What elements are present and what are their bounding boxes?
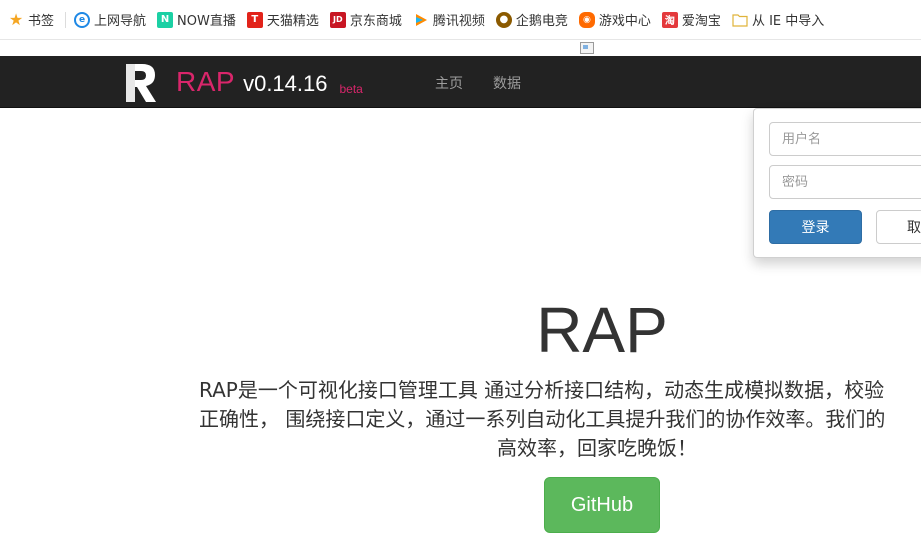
bookmark-aitaobao[interactable]: 淘 爱淘宝 (661, 10, 721, 29)
bookmark-shuqian[interactable]: ★ 书签 (8, 10, 54, 29)
gamepad-icon: ◉ (578, 11, 595, 28)
ie-icon: e (74, 11, 91, 28)
bookmark-label: 京东商城 (349, 14, 402, 29)
bookmark-game-center[interactable]: ◉ 游戏中心 (578, 10, 651, 29)
cancel-button[interactable]: 取 (876, 210, 921, 244)
bookmark-label: 腾讯视频 (432, 14, 485, 29)
github-button[interactable]: GitHub (544, 477, 660, 533)
nav-data-link[interactable]: 数据 (493, 73, 521, 93)
password-input[interactable] (769, 165, 921, 199)
jd-icon: JD (329, 11, 346, 28)
penguin-esports-icon: ● (495, 11, 512, 28)
hero-line: RAP是一个可视化接口管理工具 通过分析接口结构，动态生成模拟数据，校验 (199, 378, 885, 402)
brand-name: RAP (176, 66, 236, 97)
bookmarks-bar: ★ 书签 e 上网导航 N NOW直播 T 天猫精选 JD 京东商城 腾讯视频 … (0, 0, 921, 40)
bookmark-label: 天猫精选 (266, 14, 319, 29)
bookmark-label: 书签 (28, 14, 55, 29)
taobao-icon: 淘 (661, 11, 678, 28)
bookmark-label: 游戏中心 (598, 14, 651, 29)
beta-badge: beta (339, 82, 363, 96)
now-icon: N (157, 11, 174, 28)
bookmark-label: 上网导航 (94, 14, 147, 29)
bookmark-jd[interactable]: JD 京东商城 (329, 10, 402, 29)
login-button[interactable]: 登录 (769, 210, 862, 244)
nav-home-link[interactable]: 主页 (435, 73, 463, 93)
broken-image-icon (580, 42, 594, 54)
tmall-icon: T (246, 11, 263, 28)
bookmark-label: NOW直播 (177, 14, 236, 29)
hero-description: RAP是一个可视化接口管理工具 通过分析接口结构，动态生成模拟数据，校验 正确性… (199, 376, 921, 463)
bookmark-label: 企鹅电竞 (515, 14, 568, 29)
bookmark-label: 爱淘宝 (681, 14, 721, 29)
hero-title: RAP (536, 294, 668, 366)
bookmark-now[interactable]: N NOW直播 (157, 10, 236, 29)
bookmark-shangwangdaohang[interactable]: e 上网导航 (74, 10, 146, 29)
login-dropdown: 登录 取 (753, 108, 921, 258)
bookmark-separator (65, 11, 67, 28)
folder-icon (732, 12, 748, 28)
rap-logo-icon[interactable] (124, 60, 158, 104)
bookmark-import-ie[interactable]: 从 IE 中导入 (732, 10, 824, 29)
hero-line: 高效率，回家吃晚饭！ (497, 436, 697, 460)
star-icon: ★ (8, 10, 24, 29)
bookmark-penguin-esports[interactable]: ● 企鹅电竞 (495, 10, 568, 29)
brand[interactable]: RAP v0.14.16 beta (176, 66, 363, 98)
bookmark-tencent-video[interactable]: 腾讯视频 (413, 10, 485, 29)
username-input[interactable] (769, 122, 921, 156)
bookmark-tmall[interactable]: T 天猫精选 (246, 10, 319, 29)
brand-version: v0.14.16 (243, 71, 328, 96)
hero-line: 正确性， 围绕接口定义，通过一系列自动化工具提升我们的协作效率。我们的 (199, 407, 886, 431)
bookmark-label: 从 IE 中导入 (751, 14, 825, 29)
top-navbar: RAP v0.14.16 beta 主页 数据 (0, 56, 921, 108)
tencent-video-icon (413, 12, 429, 28)
